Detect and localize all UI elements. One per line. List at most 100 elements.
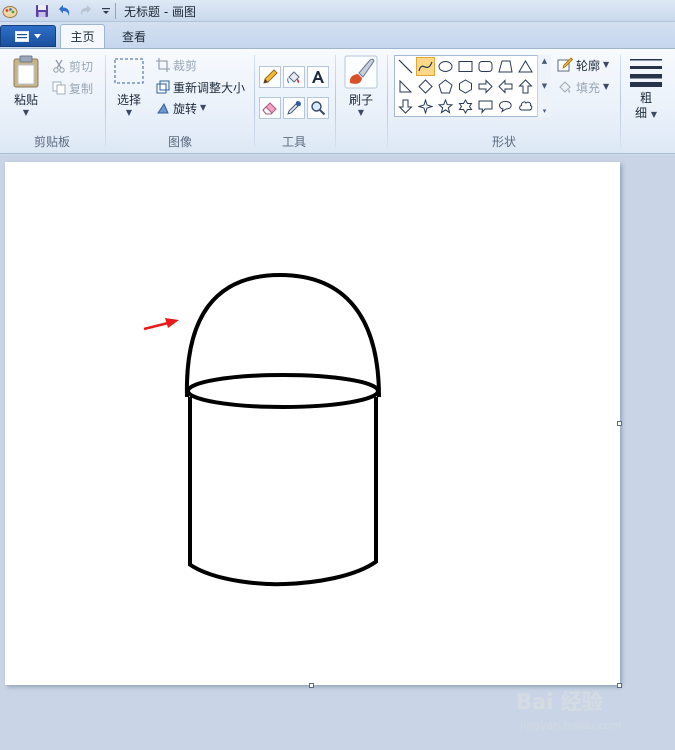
oval-shape[interactable]	[436, 57, 455, 76]
clipboard-group: 粘贴 ▼ 剪切 复制 剪贴板	[0, 49, 104, 153]
four-point-star-shape[interactable]	[416, 97, 435, 116]
text-a-icon	[312, 71, 324, 83]
outline-button[interactable]: 轮廓 ▼	[557, 56, 609, 74]
group-separator	[335, 55, 336, 147]
customize-toolbar-icon[interactable]	[98, 3, 114, 19]
chevron-down-icon: ▼	[357, 108, 365, 117]
select-label: 选择	[116, 93, 141, 107]
crop-label: 裁剪	[173, 58, 198, 73]
outline-pencil-icon	[557, 57, 573, 72]
shapes-gallery	[394, 55, 551, 117]
chevron-down-icon: ▼	[22, 108, 30, 117]
canvas-resize-handle-bottom[interactable]	[309, 683, 314, 688]
copy-label: 复制	[69, 81, 94, 96]
cloud-callout-shape[interactable]	[516, 97, 535, 116]
five-point-star-shape[interactable]	[436, 97, 455, 116]
resize-label: 重新调整大小	[173, 80, 246, 95]
chevron-down-icon: ▼	[125, 108, 133, 117]
paint-bucket-icon	[287, 71, 300, 84]
outline-label: 轮廓	[576, 58, 601, 73]
canvas-resize-handle-right[interactable]	[617, 421, 622, 426]
crop-button[interactable]: 裁剪	[156, 56, 197, 74]
up-arrow-shape[interactable]	[516, 77, 535, 96]
menu-icon	[15, 30, 29, 42]
rotate-label: 旋转	[173, 101, 198, 116]
cylinder-bottom-curve	[187, 559, 379, 587]
fill-tool[interactable]	[283, 66, 305, 88]
line-width-icon	[630, 59, 662, 87]
chevron-down-icon: ▼	[603, 82, 610, 91]
size-label-line1: 粗	[639, 91, 652, 105]
line-shape[interactable]	[396, 57, 415, 76]
expand-gallery-icon[interactable]: ▾	[543, 107, 547, 115]
clipboard-group-label: 剪贴板	[33, 135, 70, 149]
window-title: 无标题 - 画图	[124, 5, 196, 19]
workspace	[0, 155, 675, 750]
polygon-shape[interactable]	[496, 57, 515, 76]
pentagon-shape[interactable]	[436, 77, 455, 96]
undo-icon[interactable]	[56, 3, 72, 19]
fill-bucket-icon	[559, 81, 571, 93]
watermark-logo: Bai 经验	[516, 690, 603, 714]
diamond-shape[interactable]	[416, 77, 435, 96]
copy-button[interactable]: 复制	[52, 79, 93, 97]
resize-button[interactable]: 重新调整大小	[156, 78, 245, 96]
right-arrow-shape[interactable]	[476, 77, 495, 96]
down-arrow-shape[interactable]	[396, 97, 415, 116]
brushes-button[interactable]: 刷子 ▼	[342, 55, 380, 118]
hexagon-shape[interactable]	[456, 77, 475, 96]
pencil-tool[interactable]	[259, 66, 281, 88]
rotate-button[interactable]: 旋转 ▼	[156, 99, 206, 117]
cut-button[interactable]: 剪切	[52, 57, 93, 75]
resize-icon	[156, 80, 170, 94]
shapes-group-label: 形状	[491, 135, 516, 149]
text-tool[interactable]	[307, 66, 329, 88]
brush-icon	[344, 55, 378, 89]
magnifier-tool[interactable]	[307, 97, 329, 119]
paint-menu-button[interactable]	[0, 25, 56, 47]
title-bar: 无标题 - 画图	[0, 0, 675, 22]
chevron-down-icon: ▼	[603, 60, 610, 69]
scroll-down-icon[interactable]: ▼	[542, 82, 547, 90]
brushes-label: 刷子	[348, 93, 373, 107]
fill-button[interactable]: 填充 ▼	[557, 78, 609, 96]
size-button[interactable]: 粗 细 ▼	[626, 57, 666, 121]
eraser-icon	[262, 102, 277, 115]
group-separator	[620, 55, 621, 147]
save-icon[interactable]	[34, 3, 50, 19]
color-picker-tool[interactable]	[283, 97, 305, 119]
triangle-shape[interactable]	[516, 57, 535, 76]
curve-shape[interactable]	[416, 57, 435, 76]
paste-button[interactable]: 粘贴 ▼	[8, 55, 44, 118]
fill-label: 填充	[576, 80, 601, 95]
left-arrow-shape[interactable]	[496, 77, 515, 96]
chevron-down-icon: ▼	[650, 110, 657, 119]
red-arrow	[143, 318, 179, 331]
rounded-rectangle-shape[interactable]	[476, 57, 495, 76]
drawing-canvas[interactable]	[5, 162, 620, 685]
magnifier-icon	[311, 101, 326, 116]
watermark-url: jingyan.baidu.com	[520, 719, 622, 732]
cut-label: 剪切	[69, 59, 94, 74]
ribbon-tab-strip: 主页 查看	[0, 22, 675, 48]
rectangle-shape[interactable]	[456, 57, 475, 76]
oval-callout-shape[interactable]	[496, 97, 515, 116]
clipboard-icon	[13, 55, 39, 88]
eraser-tool[interactable]	[259, 97, 281, 119]
redo-icon[interactable]	[78, 3, 94, 19]
scroll-up-icon[interactable]: ▲	[542, 57, 547, 65]
drawing	[143, 272, 381, 587]
shapes-gallery-scrollbar[interactable]: ▲ ▼ ▾	[537, 55, 551, 117]
crop-icon	[156, 58, 170, 72]
six-point-star-shape[interactable]	[456, 97, 475, 116]
select-button[interactable]: 选择 ▼	[112, 57, 146, 118]
rect-callout-shape[interactable]	[476, 97, 495, 116]
ribbon: 粘贴 ▼ 剪切 复制 剪贴板 选择 ▼ 裁剪 重新调整大小 旋转 ▼ 图像 工具…	[0, 48, 675, 154]
tools-group-label: 工具	[281, 135, 306, 149]
size-label-line2: 细	[635, 106, 648, 120]
right-triangle-shape[interactable]	[396, 77, 415, 96]
paint-app-icon[interactable]	[2, 3, 18, 19]
tab-view[interactable]: 查看	[110, 24, 158, 48]
tools-group: 工具	[255, 49, 333, 153]
tab-home[interactable]: 主页	[60, 24, 105, 48]
